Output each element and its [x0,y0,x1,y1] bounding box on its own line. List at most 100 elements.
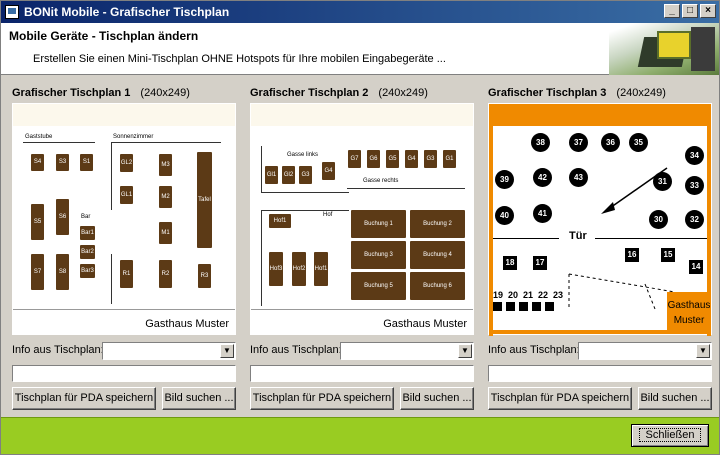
table: S1 [80,154,93,171]
restaurant-name-line-1: Gasthaus [667,300,711,311]
seat-number: 20 [507,290,518,300]
restaurant-name-line-2: Muster [673,315,705,326]
seat-number: 19 [493,290,504,300]
close-button[interactable]: Schließen [631,424,709,447]
round-table: 39 [495,170,514,189]
table: Hof1 [269,214,291,228]
info-dropdown[interactable]: ▼ [102,342,236,360]
plan-image-3[interactable]: 38 37 36 35 34 39 42 43 31 33 40 41 30 3… [488,103,712,336]
info-text-field[interactable] [12,365,236,382]
seat-number: 22 [537,290,548,300]
plan-title: Grafischer Tischplan 1 [12,87,131,99]
table: G5 [386,150,399,168]
plan-image-2[interactable]: Gasse links Gl1 Gl2 G3 G4 G7 G6 G5 G4 G3… [250,103,474,335]
maximize-button[interactable]: □ [682,4,698,18]
info-label: Info aus Tischplan: [12,344,104,356]
close-button-label: Schließen [638,428,702,442]
table: Hof2 [292,252,306,286]
room-label: Gasse rechts [363,178,399,184]
table: S6 [56,199,69,235]
search-image-button[interactable]: Bild suchen ... [400,387,474,410]
table: M1 [159,222,172,244]
info-text-field[interactable] [250,365,474,382]
booking-table: Buchung 1 [351,210,406,238]
booking-table: Buchung 2 [410,210,465,238]
page-subtitle: Erstellen Sie einen Mini-Tischplan OHNE … [33,53,446,65]
search-image-button[interactable]: Bild suchen ... [638,387,712,410]
window-title: BONit Mobile - Grafischer Tischplan [24,5,230,19]
title-bar: BONit Mobile - Grafischer Tischplan _ □ … [1,1,719,23]
round-table: 38 [531,133,550,152]
table: Bar1 [80,226,95,240]
restaurant-name: Gasthaus Muster [145,318,229,330]
chevron-down-icon[interactable]: ▼ [458,344,472,358]
seat-row [493,302,554,311]
footer-bar: Schließen [1,417,719,454]
table: Gl1 [265,166,278,184]
table: Hof3 [269,252,283,286]
table: GL1 [120,186,133,204]
round-table: 42 [533,168,552,187]
save-pda-button[interactable]: Tischplan für PDA speichern [12,387,156,410]
info-label: Info aus Tischplan: [250,344,342,356]
table: G1 [443,150,456,168]
table: G3 [299,166,312,184]
restaurant-name: Gasthaus Muster [383,318,467,330]
round-table: 33 [685,176,704,195]
round-table: 40 [495,206,514,225]
round-table: 37 [569,133,588,152]
plan-size: (240x249) [616,87,666,99]
seat-number: 21 [522,290,533,300]
info-dropdown[interactable]: ▼ [578,342,712,360]
main-window: BONit Mobile - Grafischer Tischplan _ □ … [0,0,720,455]
app-icon [5,5,19,19]
table: R2 [159,260,172,288]
booking-table: Buchung 6 [410,272,465,300]
chevron-down-icon[interactable]: ▼ [696,344,710,358]
plan-image-1[interactable]: Gaststube Sonnenzimmer S4 S3 S1 S5 S6 S7… [12,103,236,335]
table: Hof1 [314,252,328,286]
table: S4 [31,154,44,171]
save-pda-button[interactable]: Tischplan für PDA speichern [250,387,394,410]
table: R3 [198,264,211,288]
plan-size: (240x249) [378,87,428,99]
search-image-button[interactable]: Bild suchen ... [162,387,236,410]
round-table: 32 [685,210,704,229]
room-label: Gasse links [287,152,319,158]
round-table: 41 [533,204,552,223]
table: S8 [56,254,69,290]
close-window-button[interactable]: × [700,4,716,18]
restaurant-name-box: Gasthaus Muster [667,292,711,334]
info-dropdown[interactable]: ▼ [340,342,474,360]
room-label: Hof [323,212,333,218]
round-table: 34 [685,146,704,165]
info-label: Info aus Tischplan: [488,344,580,356]
plan-size: (240x249) [140,87,190,99]
table: M3 [159,154,172,176]
table: G7 [348,150,361,168]
minimize-button[interactable]: _ [664,4,680,18]
table: Gl2 [282,166,295,184]
table: G6 [367,150,380,168]
round-table: 35 [629,133,648,152]
table: S5 [31,204,44,240]
booking-table: Buchung 5 [351,272,406,300]
table: Bar2 [80,245,95,259]
info-text-field[interactable] [488,365,712,382]
big-table: Tafel [197,152,212,248]
table: G4 [322,162,335,180]
table: G4 [405,150,418,168]
chevron-down-icon[interactable]: ▼ [220,344,234,358]
room-label: Gaststube [25,134,53,140]
header-banner-image [609,23,719,75]
page-title: Mobile Geräte - Tischplan ändern [9,29,199,43]
door-label: Tür [569,230,587,242]
booking-table: Buchung 4 [410,241,465,269]
square-table: 17 [533,256,547,270]
square-table: 18 [503,256,517,270]
plan-title: Grafischer Tischplan 2 [250,87,369,99]
save-pda-button[interactable]: Tischplan für PDA speichern [488,387,632,410]
table: Bar3 [80,264,95,278]
divider-lines [568,273,676,310]
seat-number: 23 [552,290,563,300]
